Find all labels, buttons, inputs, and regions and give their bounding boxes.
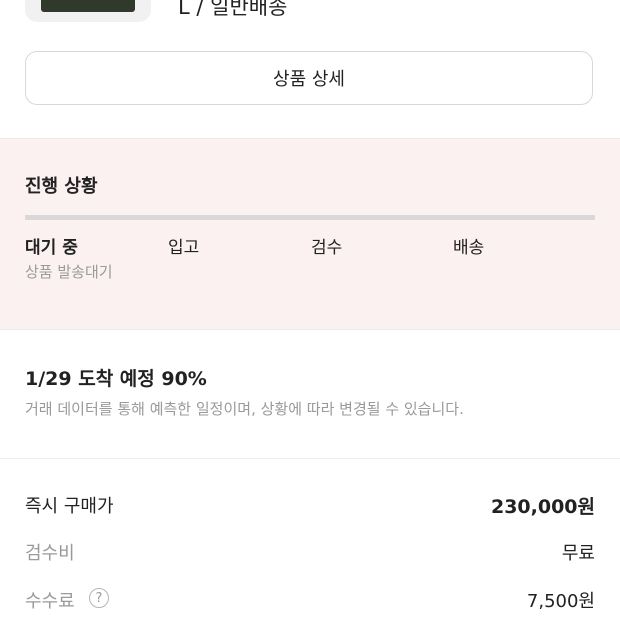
step-inspection: 검수 (311, 238, 343, 258)
step-sub-label: 상품 발송대기 (25, 263, 113, 281)
price-value: 230,000원 (490, 496, 595, 518)
progress-track (25, 215, 595, 220)
price-label: 수수료 (25, 591, 75, 612)
product-detail-button[interactable]: 상품 상세 (25, 51, 593, 105)
progress-section: 진행 상황 대기 중 입고 검수 배송 상품 발송대기 (0, 139, 620, 329)
divider (0, 458, 620, 459)
arrival-estimate-note: 거래 데이터를 통해 예측한 일정이며, 상황에 따라 변경될 수 있습니다. (25, 400, 464, 418)
progress-title: 진행 상황 (25, 176, 98, 197)
product-option-text: L / 일반배송 (178, 0, 288, 19)
price-label: 검수비 (25, 543, 75, 564)
price-value: 무료 (561, 543, 595, 564)
price-row-buy-now: 즉시 구매가 230,000원 (25, 492, 595, 520)
step-waiting: 대기 중 (25, 238, 78, 258)
step-shipping: 배송 (453, 238, 485, 258)
question-circle-icon[interactable]: ? (89, 588, 109, 608)
product-image (41, 0, 135, 12)
divider (0, 329, 620, 330)
price-label: 즉시 구매가 (25, 496, 114, 517)
product-thumbnail[interactable] (25, 0, 151, 22)
price-row-inspection-fee: 검수비 무료 (25, 539, 595, 567)
arrival-estimate-title: 1/29 도착 예정 90% (25, 368, 207, 390)
price-row-commission: 수수료 ? 7,500원 (25, 587, 595, 615)
step-warehousing: 입고 (168, 238, 200, 258)
price-value: 7,500원 (526, 591, 595, 612)
